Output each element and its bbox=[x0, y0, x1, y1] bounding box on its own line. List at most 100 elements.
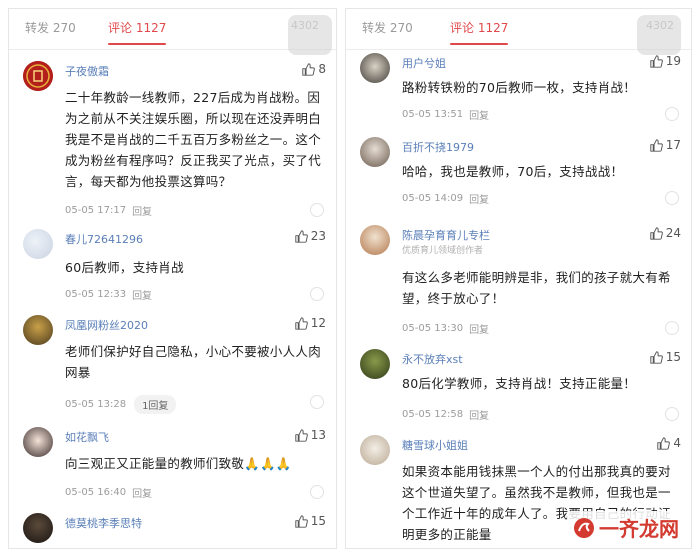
like-button[interactable]: 17 bbox=[650, 138, 681, 152]
tab-comments[interactable]: 评论 1127 bbox=[450, 19, 509, 45]
avatar[interactable] bbox=[360, 225, 390, 255]
comment-username[interactable]: 德莫桃李季思特 bbox=[65, 515, 142, 531]
more-icon[interactable] bbox=[665, 107, 679, 121]
tab-active-indicator bbox=[450, 43, 509, 45]
comment-username[interactable]: 糖雪球小姐姐 bbox=[402, 437, 468, 453]
comment-username[interactable]: 陈晨孕育育儿专栏 bbox=[402, 227, 490, 243]
tab-bar: 转发 270 评论 1127 4302 bbox=[346, 9, 691, 55]
comment-panel-left: 转发 270 评论 1127 4302 子夜傲霜 8 二十年教龄一线教师，227… bbox=[8, 8, 337, 549]
comment-username[interactable]: 春儿72641296 bbox=[65, 231, 143, 247]
like-count: 19 bbox=[665, 54, 681, 68]
reply-button[interactable]: 回复 bbox=[469, 107, 489, 122]
like-count: 4 bbox=[673, 436, 681, 450]
more-icon[interactable] bbox=[310, 485, 324, 499]
thumb-up-icon bbox=[302, 62, 316, 76]
more-icon[interactable] bbox=[665, 407, 679, 421]
tab-forward[interactable]: 转发 270 bbox=[25, 19, 76, 36]
reply-button[interactable]: 回复 bbox=[469, 407, 489, 422]
avatar[interactable] bbox=[360, 349, 390, 379]
like-button[interactable]: 15 bbox=[650, 350, 681, 364]
tab-forward[interactable]: 转发 270 bbox=[362, 19, 413, 36]
avatar[interactable] bbox=[23, 61, 53, 91]
thumb-up-icon bbox=[295, 428, 308, 442]
comment-meta: 05-05 13:28 1回复 bbox=[65, 395, 177, 414]
like-count: 8 bbox=[318, 62, 326, 76]
reply-button[interactable]: 回复 bbox=[132, 203, 152, 218]
blur-overlay bbox=[637, 15, 681, 55]
dragon-logo-icon bbox=[574, 517, 594, 538]
blur-overlay bbox=[288, 15, 332, 55]
comment-text: 哈哈，我也是教师，70后，支持战战！ bbox=[402, 164, 624, 179]
comment-meta: 05-05 14:09 回复 bbox=[402, 191, 489, 206]
thumb-up-icon bbox=[295, 514, 308, 528]
avatar[interactable] bbox=[360, 435, 390, 465]
comment-username[interactable]: 百折不挠1979 bbox=[402, 139, 474, 155]
comment-time: 05-05 13:28 bbox=[65, 399, 127, 410]
comment-time: 05-05 16:40 bbox=[65, 487, 127, 498]
comment-username[interactable]: 如花飘飞 bbox=[65, 429, 109, 445]
reply-count-button[interactable]: 1回复 bbox=[134, 395, 177, 414]
like-button[interactable]: 13 bbox=[295, 428, 326, 442]
avatar[interactable] bbox=[23, 229, 53, 259]
more-icon[interactable] bbox=[665, 321, 679, 335]
comment-text: 二十年教龄一线教师，227后成为肖战粉。因为之前从不关注娱乐圈，所以现在还没弄明… bbox=[65, 90, 322, 189]
like-button[interactable]: 23 bbox=[295, 229, 326, 243]
tab-active-indicator bbox=[108, 43, 167, 45]
thumb-up-icon bbox=[650, 54, 663, 68]
comment-meta: 05-05 17:17 回复 bbox=[65, 203, 152, 218]
reply-button[interactable]: 回复 bbox=[469, 191, 489, 206]
thumb-up-icon bbox=[650, 138, 663, 152]
comment-text: 80后化学教师，支持肖战！支持正能量！ bbox=[402, 376, 637, 391]
like-button[interactable]: 15 bbox=[295, 514, 326, 528]
comment-text: 路粉转铁粉的70后教师一枚，支持肖战！ bbox=[402, 80, 637, 95]
like-count: 13 bbox=[310, 428, 326, 442]
tab-comments-label: 评论 1127 bbox=[108, 21, 167, 35]
creator-badge-text: 优质育儿领域创作者 bbox=[402, 246, 484, 256]
pray-emoji: 🙏🙏🙏 bbox=[244, 456, 292, 471]
like-button[interactable]: 4 bbox=[657, 436, 681, 450]
thumb-up-icon bbox=[650, 350, 663, 364]
more-icon[interactable] bbox=[310, 287, 324, 301]
thumb-up-icon bbox=[295, 229, 308, 243]
avatar[interactable] bbox=[23, 427, 53, 457]
comment-meta: 05-05 12:58 回复 bbox=[402, 407, 489, 422]
comment-panel-right: 转发 270 评论 1127 4302 用户兮姐 19 路粉转铁粉的70后教师一… bbox=[345, 8, 692, 549]
like-button[interactable]: 8 bbox=[302, 62, 326, 76]
reply-button[interactable]: 回复 bbox=[132, 287, 152, 302]
comment-username[interactable]: 子夜傲霜 bbox=[65, 63, 109, 79]
like-button[interactable]: 12 bbox=[295, 316, 326, 330]
thumb-up-icon bbox=[657, 436, 671, 450]
like-button[interactable]: 19 bbox=[650, 54, 681, 68]
watermark-text: 一齐龙网 bbox=[599, 517, 679, 541]
avatar[interactable] bbox=[360, 137, 390, 167]
comment-username[interactable]: 永不放弃xst bbox=[402, 351, 463, 367]
tab-bar: 转发 270 评论 1127 4302 bbox=[9, 9, 336, 55]
comment-meta: 05-05 16:40 回复 bbox=[65, 485, 152, 500]
tab-comments[interactable]: 评论 1127 bbox=[108, 19, 167, 45]
reply-button[interactable]: 回复 bbox=[469, 321, 489, 336]
comment-time: 05-05 12:33 bbox=[65, 289, 127, 300]
like-count: 24 bbox=[665, 226, 681, 240]
more-icon[interactable] bbox=[310, 395, 324, 409]
more-icon[interactable] bbox=[665, 191, 679, 205]
avatar[interactable] bbox=[23, 513, 53, 543]
comment-time: 05-05 13:30 bbox=[402, 323, 464, 334]
like-button[interactable]: 24 bbox=[650, 226, 681, 240]
like-count: 23 bbox=[310, 229, 326, 243]
avatar[interactable] bbox=[23, 315, 53, 345]
comment-time: 05-05 13:51 bbox=[402, 109, 464, 120]
comment-text: 有这么多老师能明辨是非，我们的孩子就大有希望，终于放心了！ bbox=[402, 270, 671, 306]
avatar[interactable] bbox=[360, 53, 390, 83]
comment-meta: 05-05 13:30 回复 bbox=[402, 321, 489, 336]
thumb-up-icon bbox=[650, 226, 663, 240]
thumb-up-icon bbox=[295, 316, 308, 330]
comment-username[interactable]: 用户兮姐 bbox=[402, 55, 446, 71]
comment-time: 05-05 12:58 bbox=[402, 409, 464, 420]
comment-text: 向三观正又正能量的教师们致敬🙏🙏🙏 bbox=[65, 453, 322, 474]
more-icon[interactable] bbox=[310, 203, 324, 217]
comment-text: 老师们保护好自己隐私，小心不要被小人人肉网暴 bbox=[65, 344, 322, 380]
like-count: 12 bbox=[310, 316, 326, 330]
comment-username[interactable]: 凤凰网粉丝2020 bbox=[65, 317, 148, 333]
like-count: 15 bbox=[665, 350, 681, 364]
reply-button[interactable]: 回复 bbox=[132, 485, 152, 500]
